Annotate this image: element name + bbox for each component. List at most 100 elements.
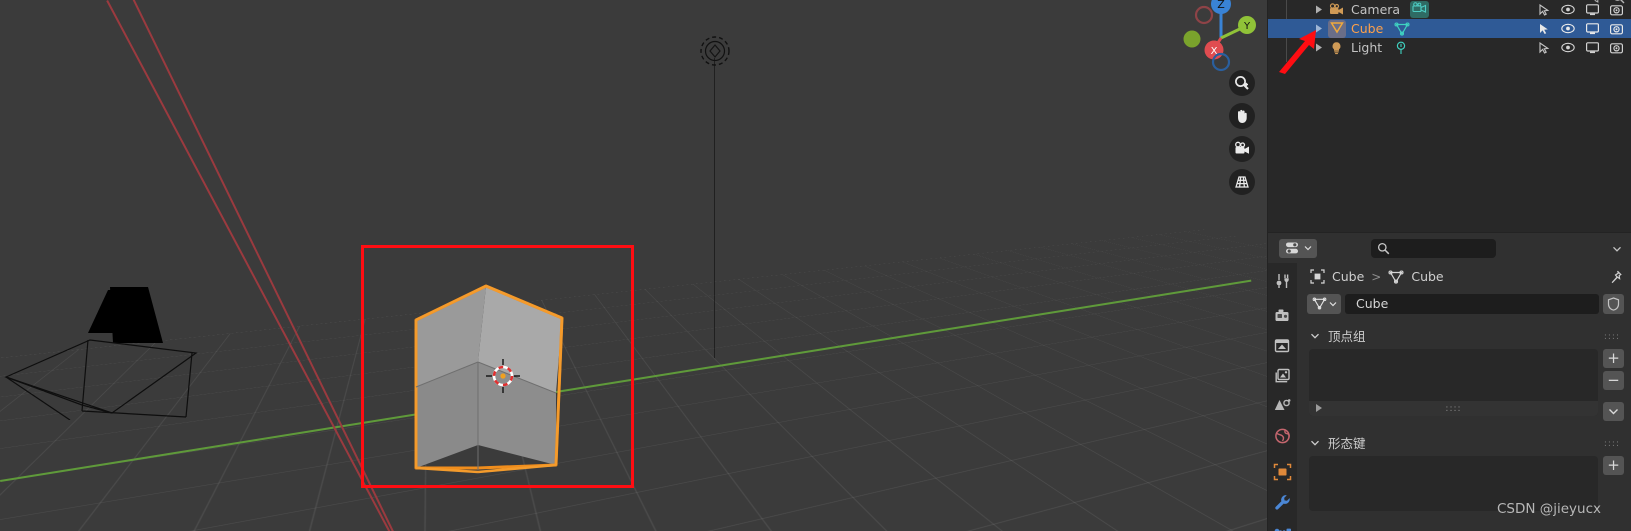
mesh-data-icon — [1388, 269, 1404, 284]
outliner-label: Camera — [1351, 2, 1401, 17]
shape-keys-side-buttons[interactable]: + — [1603, 456, 1624, 511]
editor-type-selector[interactable] — [1279, 238, 1317, 258]
render-camera-icon[interactable] — [1609, 22, 1623, 36]
outliner-row-camera[interactable]: Camera — [1268, 0, 1631, 19]
outliner-row-toggles[interactable] — [1537, 38, 1623, 57]
chevron-down-icon — [1304, 246, 1311, 251]
select-cursor-icon[interactable] — [1537, 41, 1551, 55]
properties-options-dropdown[interactable] — [1606, 239, 1628, 258]
tab-tool[interactable] — [1273, 272, 1293, 290]
breadcrumb-separator: > — [1371, 269, 1382, 284]
remove-vertex-group-button[interactable]: − — [1603, 371, 1624, 390]
render-camera-icon[interactable] — [1609, 41, 1623, 55]
expand-triangle-icon[interactable] — [1316, 404, 1322, 412]
panel-title: 形态键 — [1328, 436, 1366, 451]
mesh-object-icon — [1327, 19, 1346, 38]
view-navigation-gizmo[interactable]: Z Y X — [1178, 0, 1262, 76]
camera-data-icon[interactable] — [1409, 1, 1429, 18]
panel-shape-keys[interactable]: 形态键 :::: + — [1305, 432, 1624, 511]
properties-content: Cube > Cube Cube 顶点组:::::::: + − 形态键:… — [1297, 263, 1631, 531]
properties-header[interactable] — [1268, 233, 1631, 263]
screen-icon[interactable] — [1585, 22, 1599, 36]
add-vertex-group-button[interactable]: + — [1603, 349, 1624, 368]
svg-text:Y: Y — [1243, 21, 1251, 32]
properties-tab-strip[interactable] — [1268, 263, 1297, 531]
properties-editor[interactable]: Cube > Cube Cube 顶点组:::::::: + − 形态键:… — [1267, 232, 1631, 531]
chevron-down-icon — [1613, 246, 1621, 252]
tab-object[interactable] — [1273, 463, 1293, 481]
tab-view-layer[interactable] — [1273, 368, 1293, 385]
list-grip-icon: :::: — [1445, 403, 1462, 414]
annotation-arrow — [1279, 30, 1316, 74]
blender-window: Z Y X Camera Cube Light Cube > Cube Cube… — [0, 0, 1631, 531]
light-stem — [714, 58, 715, 358]
panel-content: :::: + − — [1305, 349, 1624, 421]
add-button-label: + — [1607, 349, 1620, 367]
panel-grip-icon: :::: — [1603, 439, 1620, 449]
screen-icon[interactable] — [1585, 41, 1599, 55]
outliner-row-toggles[interactable] — [1537, 19, 1623, 38]
outliner-label: Light — [1351, 40, 1383, 55]
remove-button-label: − — [1607, 371, 1620, 389]
panel-header[interactable]: 顶点组 :::: — [1305, 325, 1624, 346]
screen-icon[interactable] — [1585, 3, 1599, 17]
mesh-name-value: Cube — [1356, 296, 1389, 311]
select-cursor-icon[interactable] — [1537, 22, 1551, 36]
panel-title: 顶点组 — [1328, 329, 1366, 344]
search-icon — [1377, 242, 1390, 255]
tab-particles[interactable] — [1273, 525, 1293, 531]
panel-header[interactable]: 形态键 :::: — [1305, 432, 1624, 453]
light-data-icon[interactable] — [1392, 39, 1410, 56]
vertex-groups-list[interactable]: :::: — [1309, 349, 1598, 416]
tab-world[interactable] — [1273, 428, 1293, 445]
chevron-down-icon[interactable] — [1309, 330, 1320, 341]
eye-icon[interactable] — [1561, 22, 1575, 36]
vertex-groups-side-buttons[interactable]: + − — [1603, 349, 1624, 421]
tab-modifiers[interactable] — [1273, 494, 1293, 512]
render-camera-icon[interactable] — [1609, 3, 1623, 17]
mesh-data-dropdown[interactable] — [1307, 293, 1341, 314]
tab-render[interactable] — [1273, 308, 1293, 325]
mesh-data-icon[interactable] — [1393, 20, 1411, 37]
select-cursor-icon[interactable] — [1537, 3, 1551, 17]
search-input[interactable] — [1371, 239, 1496, 258]
3d-viewport[interactable]: Z Y X — [0, 0, 1267, 531]
outliner-label: Cube — [1351, 21, 1384, 36]
tab-output[interactable] — [1273, 338, 1293, 355]
object-square-icon — [1310, 269, 1325, 284]
zoom-icon[interactable] — [1229, 70, 1255, 96]
svg-text:Z: Z — [1217, 0, 1225, 11]
chevron-down-icon[interactable] — [1309, 437, 1320, 448]
tab-scene[interactable] — [1273, 398, 1293, 415]
add-shape-key-button[interactable]: + — [1603, 456, 1624, 475]
add-button-label: + — [1607, 456, 1620, 474]
right-column: Camera Cube Light Cube > Cube Cube 顶点组:… — [1267, 0, 1631, 531]
breadcrumb-data[interactable]: Cube — [1411, 269, 1443, 284]
eye-icon[interactable] — [1561, 41, 1575, 55]
list-footer[interactable]: :::: — [1309, 401, 1598, 416]
chevron-down-icon — [1329, 301, 1336, 306]
eye-icon[interactable] — [1561, 3, 1575, 17]
mesh-name-field[interactable]: Cube — [1345, 293, 1599, 314]
camera-object-icon — [1328, 1, 1345, 18]
panel-grip-icon: :::: — [1603, 332, 1620, 342]
outliner-row-toggles[interactable] — [1537, 0, 1623, 19]
light-object-icon — [1328, 39, 1345, 56]
grid-icon[interactable] — [1229, 169, 1255, 195]
panel-vertex-groups[interactable]: 顶点组 :::: :::: + − — [1305, 325, 1624, 421]
light-object[interactable] — [690, 30, 740, 80]
shield-icon[interactable] — [1603, 293, 1624, 314]
mesh-name-row[interactable]: Cube — [1307, 293, 1624, 314]
camera-object[interactable] — [0, 285, 210, 420]
pin-icon[interactable] — [1608, 270, 1622, 284]
hand-icon[interactable] — [1229, 103, 1255, 129]
annotation-rectangle — [361, 245, 634, 488]
camera-icon[interactable] — [1229, 136, 1255, 162]
shape-keys-list[interactable] — [1309, 456, 1598, 511]
disclosure-triangle-icon[interactable] — [1313, 4, 1325, 16]
panel-content: + — [1305, 456, 1624, 511]
breadcrumb[interactable]: Cube > Cube — [1297, 263, 1631, 290]
breadcrumb-object[interactable]: Cube — [1332, 269, 1364, 284]
vertex-group-specials-button[interactable] — [1603, 402, 1624, 421]
viewport-nav-buttons[interactable] — [1229, 70, 1255, 195]
